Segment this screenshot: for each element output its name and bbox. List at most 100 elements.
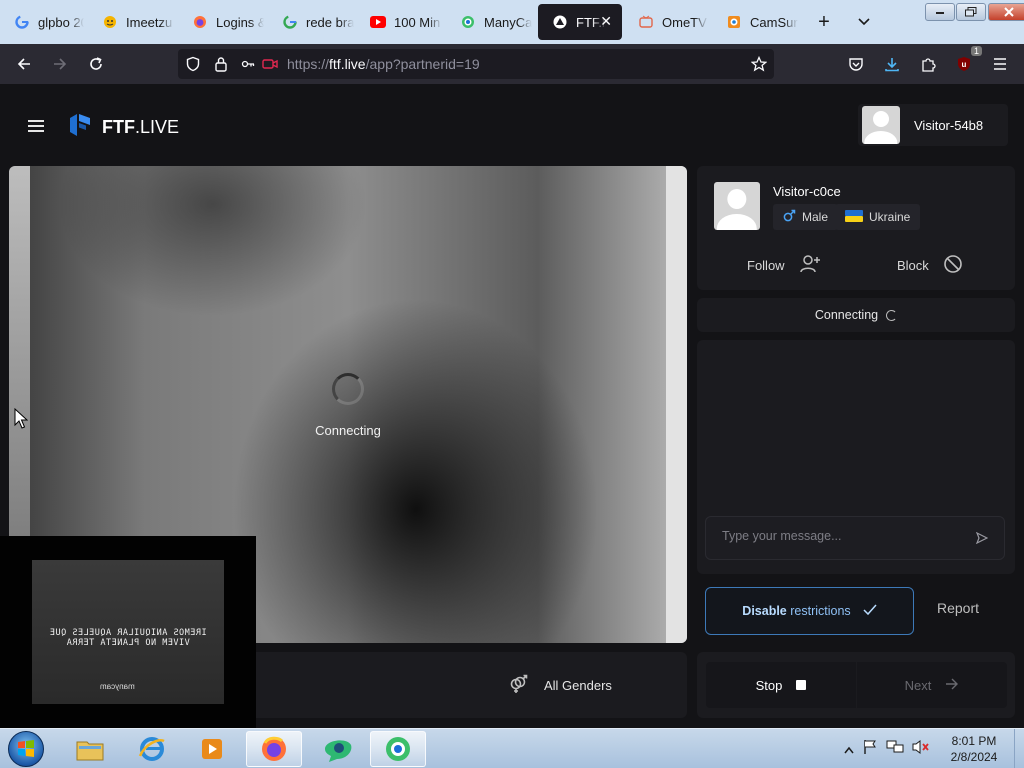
- tab-label: Imeetzu: [126, 14, 174, 30]
- partner-gender-badge: Male: [773, 204, 839, 230]
- taskbar-clock[interactable]: 8:01 PM 2/8/2024: [946, 733, 1002, 765]
- lock-icon[interactable]: [209, 52, 233, 76]
- back-arrow-icon[interactable]: [12, 52, 36, 76]
- tab-label: CamSurf: [750, 14, 798, 30]
- partner-name: Visitor-c0ce: [773, 184, 841, 199]
- video-status-text: Connecting: [315, 423, 381, 438]
- minimize-window-icon[interactable]: [925, 3, 955, 21]
- gender-symbol-icon: [508, 674, 528, 697]
- block-icon: [943, 254, 963, 277]
- browser-tab-3[interactable]: Logins &: [178, 4, 268, 40]
- report-button[interactable]: Report: [937, 600, 979, 616]
- current-user-menu[interactable]: Visitor-54b8: [858, 104, 1008, 146]
- manycam-taskbar-icon[interactable]: [310, 731, 366, 767]
- tab-label: rede bra: [306, 14, 354, 30]
- stop-square-icon: [796, 680, 807, 690]
- close-window-icon[interactable]: [988, 3, 1024, 21]
- imeetzu-icon: [102, 14, 118, 30]
- tab-label: 100 Min: [394, 14, 442, 30]
- manycam-app-icon[interactable]: [370, 731, 426, 767]
- file-explorer-icon[interactable]: [62, 731, 118, 767]
- clock-time: 8:01 PM: [951, 734, 997, 748]
- connection-status-bar: Connecting: [697, 298, 1015, 332]
- youtube-icon: [370, 14, 386, 30]
- disable-restrictions-button[interactable]: Disable restrictions: [705, 587, 914, 635]
- show-desktop-button[interactable]: [1014, 729, 1024, 768]
- browser-tab-6[interactable]: ManyCa: [446, 4, 536, 40]
- downloads-icon[interactable]: [880, 52, 904, 76]
- gender-filter-button[interactable]: All Genders: [508, 674, 612, 697]
- firefox-taskbar-icon[interactable]: [246, 731, 302, 767]
- chat-input-box: [705, 516, 1005, 560]
- windows-taskbar: 8:01 PM 2/8/2024: [0, 728, 1024, 768]
- svg-text:u: u: [962, 60, 967, 69]
- browser-tab-4[interactable]: rede bra: [268, 4, 358, 40]
- browser-tab-2[interactable]: Imeetzu: [88, 4, 178, 40]
- ftf-logo[interactable]: FTF.LIVE: [68, 112, 179, 143]
- google-icon: [14, 14, 30, 30]
- chat-message-input[interactable]: [722, 529, 962, 543]
- send-icon[interactable]: [974, 530, 990, 546]
- show-hidden-icons-icon[interactable]: [844, 741, 854, 759]
- browser-tab-9[interactable]: CamSurf: [712, 4, 802, 40]
- camera-blocked-icon[interactable]: [258, 52, 282, 76]
- tab-label: glpbo 20: [38, 14, 84, 30]
- restrictions-panel: Disable restrictions Report: [697, 582, 1015, 638]
- partner-profile-card: Visitor-c0ce Male Ukraine Follow Block: [697, 166, 1015, 290]
- arrow-right-icon: [945, 678, 959, 693]
- logo-text: FTF.LIVE: [102, 117, 180, 137]
- extensions-puzzle-icon[interactable]: [916, 52, 940, 76]
- pocket-icon[interactable]: [844, 52, 868, 76]
- url-bar[interactable]: https://ftf.live/app?partnerid=19: [178, 49, 774, 79]
- current-user-name: Visitor-54b8: [914, 117, 984, 133]
- ublock-origin-icon[interactable]: u 1: [952, 46, 982, 76]
- restore-window-icon[interactable]: [956, 3, 986, 21]
- volume-muted-icon[interactable]: [912, 739, 930, 760]
- connection-status-text: Connecting: [814, 308, 879, 322]
- system-tray: [844, 739, 930, 760]
- url-path: /app?partnerid=19: [365, 56, 480, 72]
- tracking-shield-icon[interactable]: [181, 52, 205, 76]
- media-player-icon[interactable]: [184, 731, 240, 767]
- extension-count-badge: 1: [970, 46, 982, 56]
- manycam-icon: [460, 14, 476, 30]
- ometv-icon: [638, 14, 654, 30]
- manycam-watermark: manycam: [100, 682, 135, 691]
- firefox-icon: [192, 14, 208, 30]
- url-host: ftf.live: [329, 56, 366, 72]
- bookmark-star-icon[interactable]: [747, 52, 771, 76]
- app-menu-hamburger-icon[interactable]: [988, 52, 1012, 76]
- ftf-live-app: FTF.LIVE Visitor-54b8 Connecting All Gen…: [0, 84, 1024, 728]
- loading-spinner-icon: [332, 373, 364, 405]
- new-tab-plus-icon[interactable]: +: [810, 8, 838, 36]
- reload-icon[interactable]: [84, 52, 108, 76]
- follow-button[interactable]: Follow: [747, 254, 821, 277]
- permissions-icon[interactable]: [236, 52, 260, 76]
- current-user-avatar: [862, 106, 900, 144]
- stop-button[interactable]: Stop: [706, 662, 856, 708]
- network-icon[interactable]: [886, 739, 904, 760]
- block-button[interactable]: Block: [897, 254, 963, 277]
- checkmark-icon: [863, 604, 877, 619]
- self-camera-preview: IREMOS ANIQUILAR AQUELES QUE VIVEM NO PL…: [0, 536, 256, 728]
- self-camera-feed: IREMOS ANIQUILAR AQUELES QUE VIVEM NO PL…: [32, 560, 224, 704]
- forward-arrow-icon[interactable]: [48, 52, 72, 76]
- partner-avatar: [714, 182, 760, 230]
- list-tabs-chevron-icon[interactable]: [850, 8, 878, 36]
- app-menu-icon[interactable]: [28, 120, 44, 132]
- windows-start-icon[interactable]: [8, 731, 44, 767]
- next-button[interactable]: Next: [857, 662, 1007, 708]
- url-text[interactable]: https://ftf.live/app?partnerid=19: [287, 56, 480, 72]
- small-spinner-icon: [886, 309, 898, 321]
- add-user-icon: [799, 254, 821, 277]
- camsurf-icon: [726, 14, 742, 30]
- browser-tab-active[interactable]: FTF.li ✕: [538, 4, 622, 40]
- action-center-flag-icon[interactable]: [862, 739, 878, 760]
- browser-tab-1[interactable]: glpbo 20: [0, 4, 88, 40]
- close-tab-icon[interactable]: ✕: [600, 13, 612, 30]
- internet-explorer-icon[interactable]: [124, 731, 180, 767]
- clock-date: 2/8/2024: [950, 750, 998, 764]
- browser-tab-5[interactable]: 100 Min: [356, 4, 446, 40]
- ukraine-flag-icon: [845, 209, 863, 225]
- browser-tab-8[interactable]: OmeTV: [624, 4, 712, 40]
